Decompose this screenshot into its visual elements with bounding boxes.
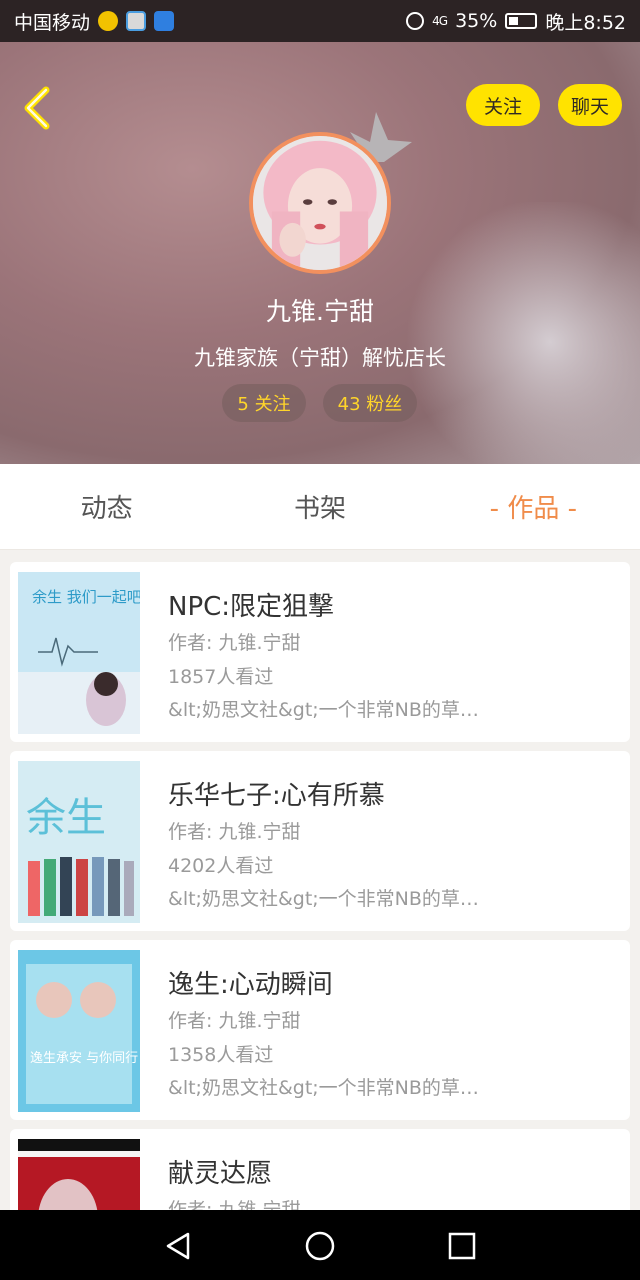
book-cover: [18, 1139, 140, 1210]
cover-title-text: 逸生承安 与你同行: [30, 1051, 138, 1066]
chat-button[interactable]: 聊天: [558, 84, 622, 126]
book-title: 乐华七子:心有所慕: [168, 781, 385, 811]
profile-title: 九锥家族（宁甜）解忧店长: [194, 346, 446, 370]
list-item[interactable]: 献灵达愿 作者: 九锥.宁甜: [10, 1129, 630, 1210]
list-item[interactable]: 余生 乐华七子:心有所慕 作者: 九锥.宁甜 4202人看过 &lt;奶思文社&…: [10, 751, 630, 931]
fans-count[interactable]: 43 粉丝: [323, 384, 417, 422]
triangle-back-icon: [166, 1232, 190, 1260]
book-cover: 余生: [18, 761, 140, 923]
book-author: 作者: 九锥.宁甜: [168, 632, 301, 654]
nav-home-button[interactable]: [304, 1230, 336, 1262]
status-bar: 中国移动 4G 35% 晚上8:52: [0, 0, 640, 42]
carrier-label: 中国移动: [14, 11, 91, 34]
works-list: 余生 我们一起吧 NPC:限定狙撃 作者: 九锥.宁甜 1857人看过 &lt;…: [0, 550, 640, 1210]
book-title: NPC:限定狙撃: [168, 592, 335, 622]
book-description: &lt;奶思文社&gt;一个非常NB的草…: [168, 1077, 479, 1099]
list-item[interactable]: 逸生承安 与你同行 逸生:心动瞬间 作者: 九锥.宁甜 1358人看过 &lt;…: [10, 940, 630, 1120]
book-cover: 逸生承安 与你同行: [18, 950, 140, 1112]
square-recent-icon: [448, 1232, 476, 1260]
book-description: &lt;奶思文社&gt;一个非常NB的草…: [168, 888, 479, 910]
tab-moments[interactable]: 动态: [0, 488, 213, 525]
signal-icon: 4G: [432, 14, 448, 28]
book-cover: 余生 我们一起吧: [18, 572, 140, 734]
tab-bookshelf[interactable]: 书架: [213, 488, 426, 525]
tab-works[interactable]: - 作品 -: [427, 488, 640, 525]
alarm-icon: [406, 12, 425, 30]
back-button[interactable]: [18, 86, 58, 130]
cover-title-text: 余生 我们一起吧: [32, 588, 140, 606]
book-views: 4202人看过: [168, 855, 274, 877]
battery-percent: 35%: [455, 10, 498, 32]
profile-header: 关注 聊天 九锥.宁甜 九锥家族（宁甜）解忧店长 5 关注 43 粉丝: [0, 42, 640, 464]
nav-recent-button[interactable]: [446, 1230, 478, 1262]
book-author: 作者: 九锥.宁甜: [168, 821, 301, 843]
system-nav-bar: [0, 1210, 640, 1280]
nav-back-button[interactable]: [162, 1230, 194, 1262]
notification-icon: [98, 11, 119, 31]
book-views: 1857人看过: [168, 666, 274, 688]
book-description: &lt;奶思文社&gt;一个非常NB的草…: [168, 699, 479, 721]
circle-home-icon: [305, 1231, 335, 1261]
shield-icon: [154, 11, 175, 31]
battery-icon: [505, 13, 538, 29]
list-item[interactable]: 余生 我们一起吧 NPC:限定狙撃 作者: 九锥.宁甜 1857人看过 &lt;…: [10, 562, 630, 742]
avatar-image: [253, 136, 387, 270]
book-views: 1358人看过: [168, 1044, 274, 1066]
app-notification-icon: [126, 11, 147, 31]
follow-button[interactable]: 关注: [466, 84, 540, 126]
book-author: 作者: 九锥.宁甜: [168, 1010, 301, 1032]
profile-name: 九锥.宁甜: [266, 297, 374, 326]
book-title: 逸生:心动瞬间: [168, 970, 333, 1000]
book-author: 作者: 九锥.宁甜: [168, 1199, 301, 1210]
cover-title-text: 余生: [26, 795, 106, 841]
clock: 晚上8:52: [545, 11, 626, 34]
avatar[interactable]: [249, 132, 391, 274]
profile-tabs: 动态 书架 - 作品 -: [0, 464, 640, 550]
book-title: 献灵达愿: [168, 1159, 273, 1189]
following-count[interactable]: 5 关注: [222, 384, 306, 422]
chevron-left-icon: [24, 86, 50, 130]
